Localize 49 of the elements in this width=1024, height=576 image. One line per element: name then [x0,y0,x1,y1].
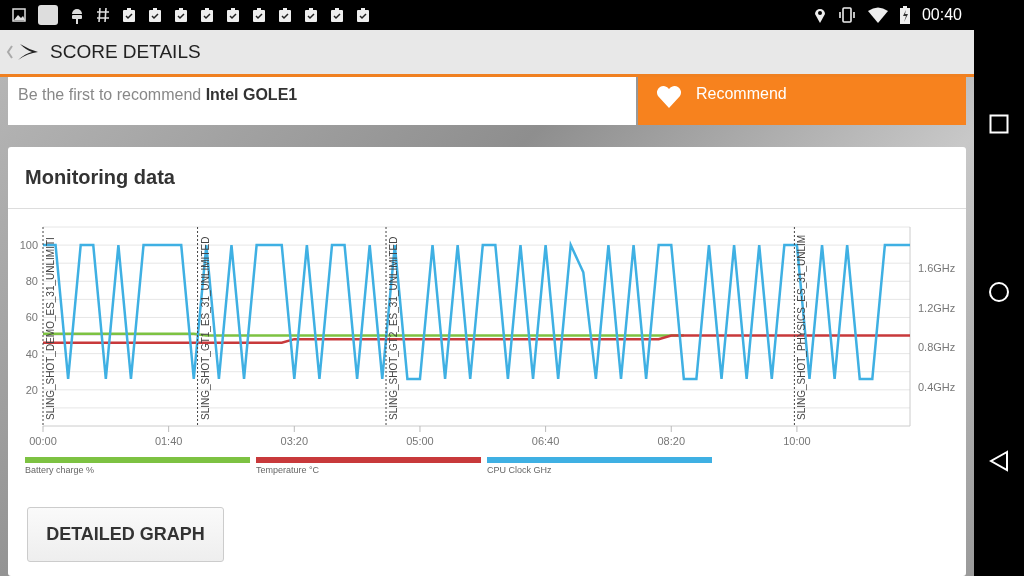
wifi-icon [867,7,888,23]
marker-label: SLING_SHOT_GT1_ES_31_UNLIMITED [199,236,211,420]
vibrate-icon [837,7,856,23]
clipboard-check-icon [200,7,214,23]
y-tick-label: 1.6GHz [918,262,956,275]
screen-title: SCORE DETAILS [50,41,201,63]
marker-label: SLING_SHOT_DEMO_ES_31_UNLIMITI [45,237,56,420]
card-title: Monitoring data [8,147,966,209]
square-nav-icon[interactable] [989,113,1009,134]
square-icon [38,5,58,25]
y-tick-label: 100 [19,239,38,252]
x-tick-label: 01:40 [154,435,183,447]
clipboard-check-icon [174,7,188,23]
clipboard-check-icon [356,7,370,23]
y-tick-label: 60 [25,311,38,324]
clipboard-check-icon [330,7,344,23]
marker-label: SLING_SHOT_PHYSICS_ES_31_UNLIM [796,234,808,420]
recommend-prompt: Be the first to recommend Intel GOLE1 [8,77,636,125]
home-circle-icon[interactable] [988,281,1010,303]
x-tick-label: 06:40 [531,435,560,447]
y-tick-label: 40 [25,347,38,360]
status-time: 00:40 [921,6,962,24]
marker-label: SLING_SHOT_GT2_ES_31_UNLIMITED [388,236,400,420]
y-tick-label: 20 [25,383,38,396]
x-tick-label: 05:00 [406,435,434,447]
x-tick-label: 00:00 [29,435,57,447]
legend-label: Temperature °C [256,465,321,475]
clipboard-check-icon [304,7,318,23]
legend-label: Battery charge % [25,465,96,475]
y-tick-label: 0.8GHz [918,341,956,354]
clipboard-check-icon [226,7,240,23]
y-tick-label: 0.4GHz [918,380,956,393]
x-tick-label: 03:20 [280,435,309,447]
legend-label: CPU Clock GHz [487,465,553,475]
x-tick-label: 08:20 [657,435,686,447]
clipboard-check-icon [278,7,292,23]
hash-icon [96,7,110,23]
location-icon [813,7,826,23]
x-tick-label: 10:00 [783,435,811,447]
y-tick-label: 80 [25,275,38,288]
detailed-graph-button[interactable]: DETAILED GRAPH [27,507,224,562]
clipboard-check-icon [252,7,266,23]
heart-icon [656,85,682,109]
back-triangle-icon[interactable] [989,450,1009,473]
battery-charging-icon [899,6,910,24]
clipboard-check-icon [148,7,162,23]
y-tick-label: 1.2GHz [918,301,956,314]
image-icon [12,8,26,22]
clipboard-check-icon [122,7,136,23]
